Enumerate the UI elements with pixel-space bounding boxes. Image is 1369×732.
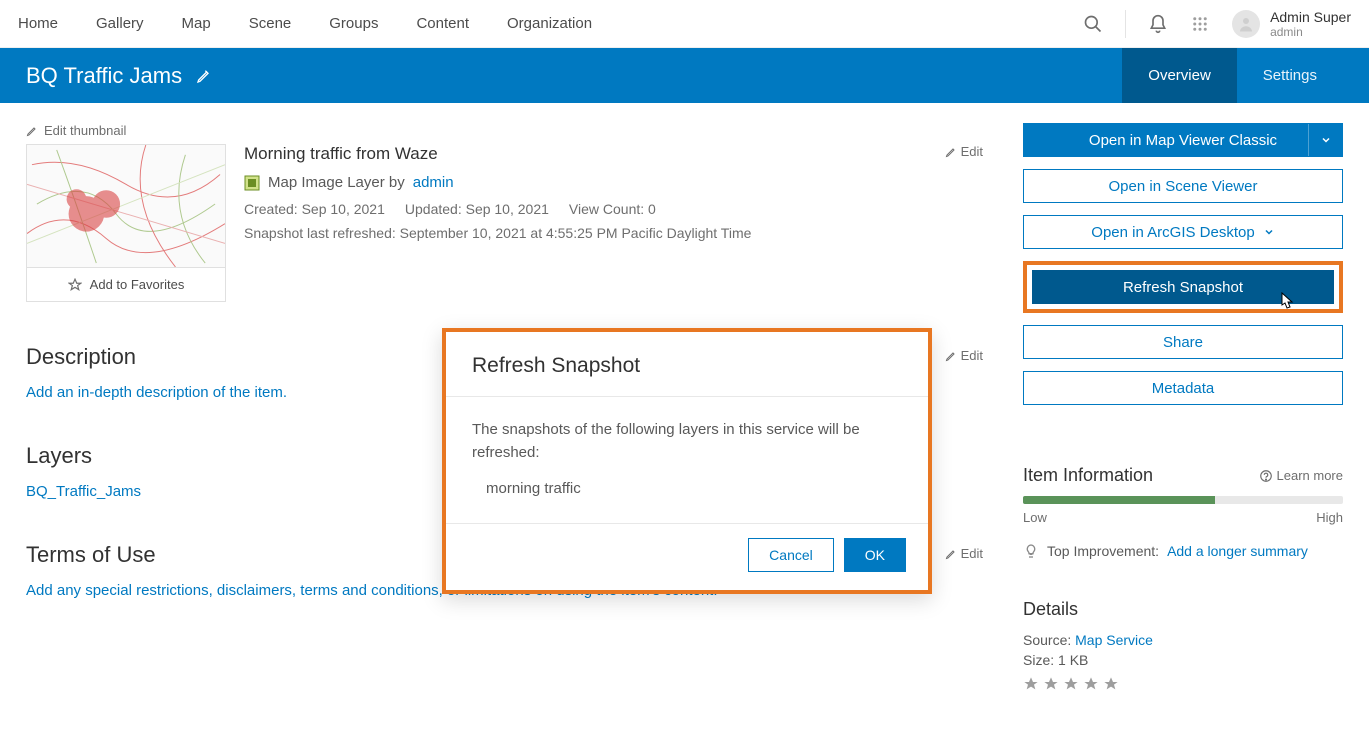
add-to-favorites-label: Add to Favorites [90, 277, 185, 292]
add-to-favorites-button[interactable]: Add to Favorites [26, 268, 226, 302]
viewcount-label: View Count: 0 [569, 201, 656, 217]
cancel-button[interactable]: Cancel [748, 538, 834, 572]
divider [1125, 10, 1126, 38]
edit-title-icon[interactable] [196, 68, 212, 84]
tab-overview[interactable]: Overview [1122, 48, 1237, 103]
source-link[interactable]: Map Service [1075, 632, 1153, 648]
topnav-right: Admin Super admin [1083, 9, 1351, 39]
ok-button[interactable]: OK [844, 538, 906, 572]
scale-low: Low [1023, 510, 1047, 525]
dialog-body-text: The snapshots of the following layers in… [472, 419, 902, 464]
item-info-progress-fill [1023, 496, 1215, 504]
edit-thumbnail-link[interactable]: Edit thumbnail [26, 123, 983, 138]
nav-gallery[interactable]: Gallery [96, 15, 144, 32]
avatar [1232, 10, 1260, 38]
dialog-title: Refresh Snapshot [472, 354, 902, 378]
source-label: Source: [1023, 632, 1075, 648]
bell-icon[interactable] [1148, 14, 1168, 34]
open-desktop-label: Open in ArcGIS Desktop [1091, 224, 1254, 241]
layer-type-icon [244, 175, 260, 191]
size-label: Size: 1 KB [1023, 652, 1343, 668]
edit-thumbnail-label: Edit thumbnail [44, 123, 126, 138]
user-sub: admin [1270, 25, 1351, 39]
nav-content[interactable]: Content [416, 15, 469, 32]
nav-groups[interactable]: Groups [329, 15, 378, 32]
item-title: Morning traffic from Waze [244, 144, 983, 164]
chevron-down-icon [1263, 226, 1275, 238]
dialog-layer-name: morning traffic [472, 478, 902, 501]
nav-map[interactable]: Map [182, 15, 211, 32]
top-nav: Home Gallery Map Scene Groups Content Or… [0, 0, 1369, 48]
tab-settings[interactable]: Settings [1237, 48, 1343, 103]
edit-description-link[interactable]: Edit [945, 348, 983, 363]
item-owner-link[interactable]: admin [413, 174, 454, 191]
lightbulb-icon [1023, 543, 1039, 559]
nav-scene[interactable]: Scene [249, 15, 292, 32]
metadata-label: Metadata [1152, 380, 1215, 397]
learn-more-label: Learn more [1277, 468, 1343, 483]
nav-items: Home Gallery Map Scene Groups Content Or… [18, 15, 592, 32]
improvement-link[interactable]: Add a longer summary [1167, 543, 1308, 559]
open-map-viewer-classic-button[interactable]: Open in Map Viewer Classic [1023, 123, 1343, 157]
open-scene-label: Open in Scene Viewer [1109, 178, 1258, 195]
titlebar: BQ Traffic Jams Overview Settings [0, 48, 1369, 103]
refresh-snapshot-label: Refresh Snapshot [1123, 279, 1243, 296]
item-info-heading: Item Information [1023, 465, 1153, 486]
updated-label: Updated: Sep 10, 2021 [405, 201, 549, 217]
user-text: Admin Super admin [1270, 9, 1351, 39]
apps-grid-icon[interactable] [1190, 14, 1210, 34]
open-scene-viewer-button[interactable]: Open in Scene Viewer [1023, 169, 1343, 203]
share-button[interactable]: Share [1023, 325, 1343, 359]
item-info-progress [1023, 496, 1343, 504]
open-arcgis-desktop-button[interactable]: Open in ArcGIS Desktop [1023, 215, 1343, 249]
user-menu[interactable]: Admin Super admin [1232, 9, 1351, 39]
thumbnail [26, 144, 226, 268]
open-classic-dropdown[interactable] [1308, 124, 1342, 156]
nav-organization[interactable]: Organization [507, 15, 592, 32]
refresh-snapshot-highlight: Refresh Snapshot [1023, 261, 1343, 313]
details-heading: Details [1023, 599, 1343, 620]
share-label: Share [1163, 334, 1203, 351]
layer-link[interactable]: BQ_Traffic_Jams [26, 483, 141, 500]
improvement-label: Top Improvement: [1047, 543, 1159, 559]
nav-home[interactable]: Home [18, 15, 58, 32]
edit-terms-label: Edit [961, 546, 983, 561]
refresh-snapshot-button[interactable]: Refresh Snapshot [1032, 270, 1334, 304]
add-description-link[interactable]: Add an in-depth description of the item. [26, 384, 287, 401]
item-type-label: Map Image Layer by [268, 174, 405, 191]
user-name: Admin Super [1270, 9, 1351, 25]
created-label: Created: Sep 10, 2021 [244, 201, 385, 217]
open-classic-label: Open in Map Viewer Classic [1089, 132, 1277, 149]
page-title: BQ Traffic Jams [26, 63, 182, 89]
edit-summary-link[interactable]: Edit [945, 144, 983, 159]
refresh-snapshot-dialog: Refresh Snapshot The snapshots of the fo… [442, 328, 932, 594]
titlebar-tabs: Overview Settings [1122, 48, 1343, 103]
edit-terms-link[interactable]: Edit [945, 546, 983, 561]
snapshot-refreshed-label: Snapshot last refreshed: September 10, 2… [244, 225, 983, 241]
metadata-button[interactable]: Metadata [1023, 371, 1343, 405]
search-icon[interactable] [1083, 14, 1103, 34]
learn-more-link[interactable]: Learn more [1259, 468, 1343, 483]
edit-summary-label: Edit [961, 144, 983, 159]
edit-description-label: Edit [961, 348, 983, 363]
rating-stars[interactable] [1023, 676, 1343, 692]
scale-high: High [1316, 510, 1343, 525]
